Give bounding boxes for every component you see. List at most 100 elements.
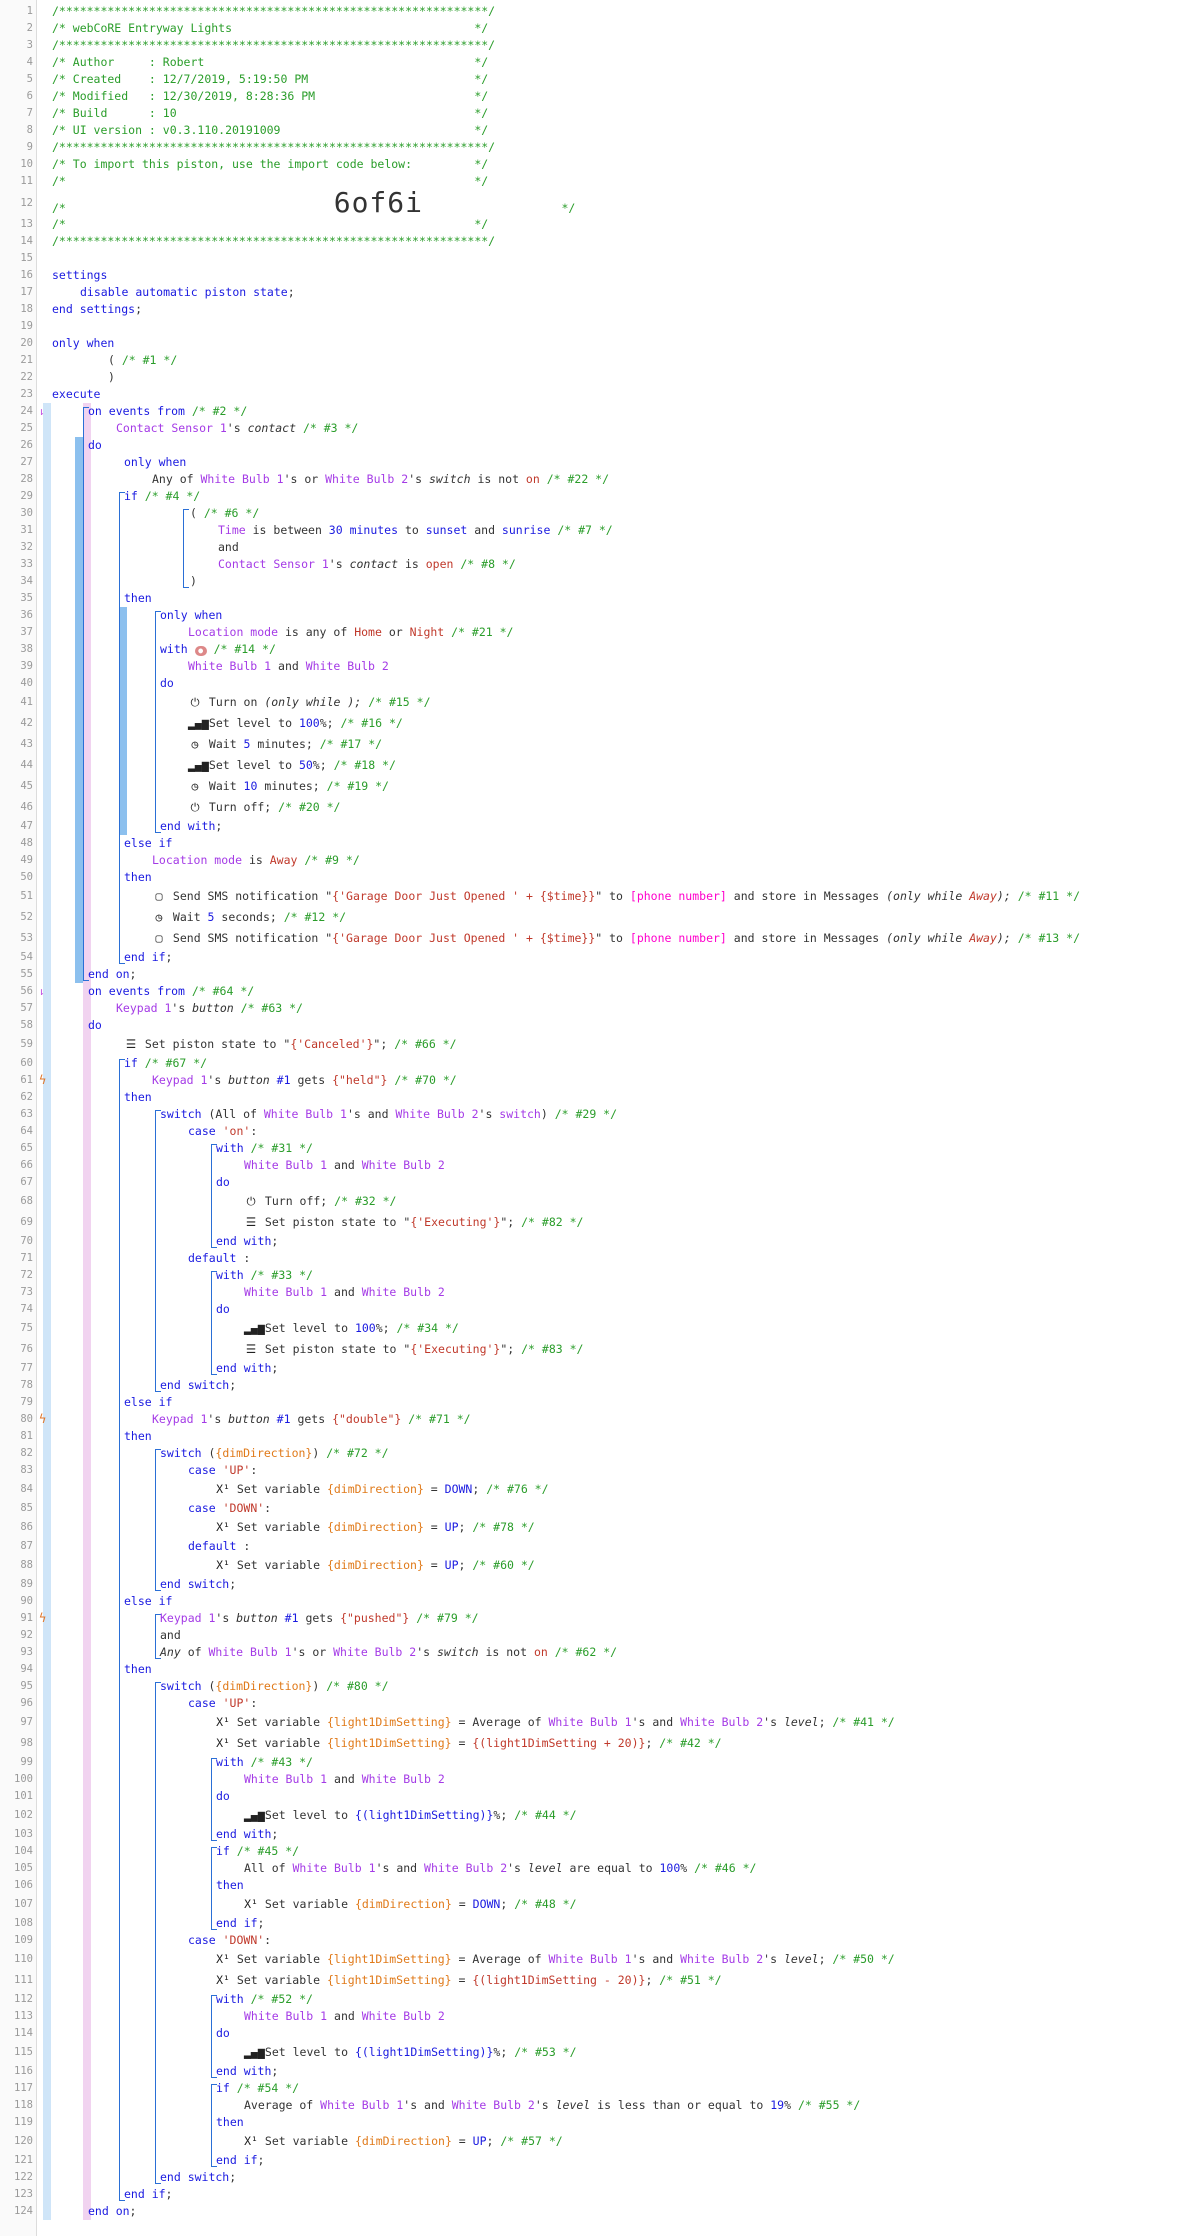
code-line[interactable]: 107 X¹ Set variable {dimDirection} = DOWN… — [0, 1894, 1178, 1915]
code-line[interactable]: 7 /* Build : 10 */ — [0, 105, 1178, 122]
code-line[interactable]: 22) — [0, 369, 1178, 386]
code-line[interactable]: 99 with /* #43 */ — [0, 1754, 1178, 1771]
code-line[interactable]: 57 Keypad 1's button /* #63 */ — [0, 1000, 1178, 1017]
code-line[interactable]: 31 Time is between 30 minutes to sunset a… — [0, 522, 1178, 539]
code-line[interactable]: 91 Keypad 1's button #1 gets {"pushed"} /… — [0, 1610, 1178, 1627]
code-line[interactable]: 25 Contact Sensor 1's contact /* #3 */ — [0, 420, 1178, 437]
code-line[interactable]: 121 end if; — [0, 2152, 1178, 2169]
code-line[interactable]: 111 X¹ Set variable {light1DimSetting} = … — [0, 1970, 1178, 1991]
code-line[interactable]: 17 disable automatic piston state; — [0, 284, 1178, 301]
code-line[interactable]: 82 switch ({dimDirection}) /* #72 */ — [0, 1445, 1178, 1462]
code-line[interactable]: 51 ▢ Send SMS notification "{'Garage Door… — [0, 886, 1178, 907]
code-line[interactable]: 6 /* Modified : 12/30/2019, 8:28:36 PM */ — [0, 88, 1178, 105]
code-line[interactable]: 19 — [0, 318, 1178, 335]
code-line[interactable]: 39 White Bulb 1 and White Bulb 2 — [0, 658, 1178, 675]
code-line[interactable]: 88 X¹ Set variable {dimDirection} = UP; /… — [0, 1555, 1178, 1576]
code-line[interactable]: 14 /*************************************… — [0, 233, 1178, 250]
code-line[interactable]: 13 /* */ — [0, 216, 1178, 233]
code-line[interactable]: 40 do — [0, 675, 1178, 692]
code-line[interactable]: 56 on events from /* #64 */ — [0, 983, 1178, 1000]
code-line[interactable]: 35 then — [0, 590, 1178, 607]
code-line[interactable]: 46 ⏻ Turn off; /* #20 */ — [0, 797, 1178, 818]
code-line[interactable]: 54 end if; — [0, 949, 1178, 966]
code-line[interactable]: 115 ▂▄▆ Set level to {(light1DimSetting)}… — [0, 2042, 1178, 2063]
code-line[interactable]: 122 end switch; — [0, 2169, 1178, 2186]
code-line[interactable]: 79 else if — [0, 1394, 1178, 1411]
code-line[interactable]: 37 Location mode is any of Home or Night … — [0, 624, 1178, 641]
code-line[interactable]: 112 with /* #52 */ — [0, 1991, 1178, 2008]
code-line[interactable]: 75 ▂▄▆ Set level to 100%; /* #34 */ — [0, 1318, 1178, 1339]
code-line[interactable]: 80 Keypad 1's button #1 gets {"double"} /… — [0, 1411, 1178, 1428]
code-line[interactable]: 106 then — [0, 1877, 1178, 1894]
code-line[interactable]: 55 end on; — [0, 966, 1178, 983]
code-line[interactable]: 109 case 'DOWN': — [0, 1932, 1178, 1949]
code-line[interactable]: 83 case 'UP': — [0, 1462, 1178, 1479]
code-line[interactable]: 67 do — [0, 1174, 1178, 1191]
code-line[interactable]: 5 /* Created : 12/7/2019, 5:19:50 PM */ — [0, 71, 1178, 88]
code-line[interactable]: 23 execute — [0, 386, 1178, 403]
code-line[interactable]: 100 White Bulb 1 and White Bulb 2 — [0, 1771, 1178, 1788]
code-line[interactable]: 36 only when — [0, 607, 1178, 624]
code-line[interactable]: 114 do — [0, 2025, 1178, 2042]
code-line[interactable]: 64 case 'on': — [0, 1123, 1178, 1140]
code-line[interactable]: 9 /**************************************… — [0, 139, 1178, 156]
code-line[interactable]: 4 /* Author : Robert */ — [0, 54, 1178, 71]
code-line[interactable]: 92 and — [0, 1627, 1178, 1644]
code-line[interactable]: 45 ◷ Wait 10 minutes; /* #19 */ — [0, 776, 1178, 797]
code-line[interactable]: 58 do — [0, 1017, 1178, 1034]
code-line[interactable]: 71 default : — [0, 1250, 1178, 1267]
trigger-marker[interactable]: ⇂ — [38, 983, 45, 1000]
code-line[interactable]: 105 All of White Bulb 1's and White Bulb … — [0, 1860, 1178, 1877]
code-line[interactable]: 102 ▂▄▆ Set level to {(light1DimSetting)}… — [0, 1805, 1178, 1826]
code-line[interactable]: 63 switch (All of White Bulb 1's and Whit… — [0, 1106, 1178, 1123]
code-line[interactable]: 52 ◷ Wait 5 seconds; /* #12 */ — [0, 907, 1178, 928]
code-line[interactable]: 12/* 6of6i */ — [0, 189, 1178, 217]
code-line[interactable]: 73 White Bulb 1 and White Bulb 2 — [0, 1284, 1178, 1301]
code-line[interactable]: 120 X¹ Set variable {dimDirection} = UP; … — [0, 2131, 1178, 2152]
code-line[interactable]: 124 end on; — [0, 2203, 1178, 2220]
code-line[interactable]: 97 X¹ Set variable {light1DimSetting} = A… — [0, 1712, 1178, 1733]
code-line[interactable]: 60 if /* #67 */ — [0, 1055, 1178, 1072]
code-line[interactable]: 2 /* webCoRE Entryway Lights */ — [0, 20, 1178, 37]
code-line[interactable]: 62 then — [0, 1089, 1178, 1106]
code-line[interactable]: 66 White Bulb 1 and White Bulb 2 — [0, 1157, 1178, 1174]
code-line[interactable]: 59 ☰ Set piston state to "{'Canceled'}"; … — [0, 1034, 1178, 1055]
code-line[interactable]: 96 case 'UP': — [0, 1695, 1178, 1712]
code-line[interactable]: 44 ▂▄▆ Set level to 50%; /* #18 */ — [0, 755, 1178, 776]
code-line[interactable]: 32 and — [0, 539, 1178, 556]
code-line[interactable]: 101 do — [0, 1788, 1178, 1805]
code-line[interactable]: 50 then — [0, 869, 1178, 886]
code-line[interactable]: 27 only when — [0, 454, 1178, 471]
code-line[interactable]: 15 — [0, 250, 1178, 267]
code-line[interactable]: 48 else if — [0, 835, 1178, 852]
code-line[interactable]: 108 end if; — [0, 1915, 1178, 1932]
code-line[interactable]: 1 /**************************************… — [0, 3, 1178, 20]
code-line[interactable]: 119 then — [0, 2114, 1178, 2131]
code-line[interactable]: 103 end with; — [0, 1826, 1178, 1843]
code-line[interactable]: 26 do — [0, 437, 1178, 454]
code-line[interactable]: 113 White Bulb 1 and White Bulb 2 — [0, 2008, 1178, 2025]
code-line[interactable]: 29 if /* #4 */ — [0, 488, 1178, 505]
code-line[interactable]: 118 Average of White Bulb 1's and White B… — [0, 2097, 1178, 2114]
code-line[interactable]: 78 end switch; — [0, 1377, 1178, 1394]
code-line[interactable]: 116 end with; — [0, 2063, 1178, 2080]
code-line[interactable]: 110 X¹ Set variable {light1DimSetting} = … — [0, 1949, 1178, 1970]
code-line[interactable]: 74 do — [0, 1301, 1178, 1318]
code-line[interactable]: 68 ⏻ Turn off; /* #32 */ — [0, 1191, 1178, 1212]
code-line[interactable]: 30 ( /* #6 */ — [0, 505, 1178, 522]
code-line[interactable]: 70 end with; — [0, 1233, 1178, 1250]
code-line[interactable]: 8 /* UI version : v0.3.110.20191009 */ — [0, 122, 1178, 139]
code-line[interactable]: 81 then — [0, 1428, 1178, 1445]
code-line[interactable]: 18 end settings; — [0, 301, 1178, 318]
code-line[interactable]: 87 default : — [0, 1538, 1178, 1555]
code-line[interactable]: 42 ▂▄▆ Set level to 100%; /* #16 */ — [0, 713, 1178, 734]
code-line[interactable]: 98 X¹ Set variable {light1DimSetting} = {… — [0, 1733, 1178, 1754]
code-line[interactable]: 65 with /* #31 */ — [0, 1140, 1178, 1157]
code-line[interactable]: 61 Keypad 1's button #1 gets {"held"} /* … — [0, 1072, 1178, 1089]
code-line[interactable]: 28 Any of White Bulb 1's or White Bulb 2'… — [0, 471, 1178, 488]
code-line[interactable]: 16 settings — [0, 267, 1178, 284]
code-line[interactable]: 90 else if — [0, 1593, 1178, 1610]
code-line[interactable]: 41 ⏻ Turn on (only while ); /* #15 */ — [0, 692, 1178, 713]
code-line[interactable]: 38 with ● /* #14 */ — [0, 641, 1178, 658]
code-line[interactable]: 69 ☰ Set piston state to "{'Executing'}";… — [0, 1212, 1178, 1233]
